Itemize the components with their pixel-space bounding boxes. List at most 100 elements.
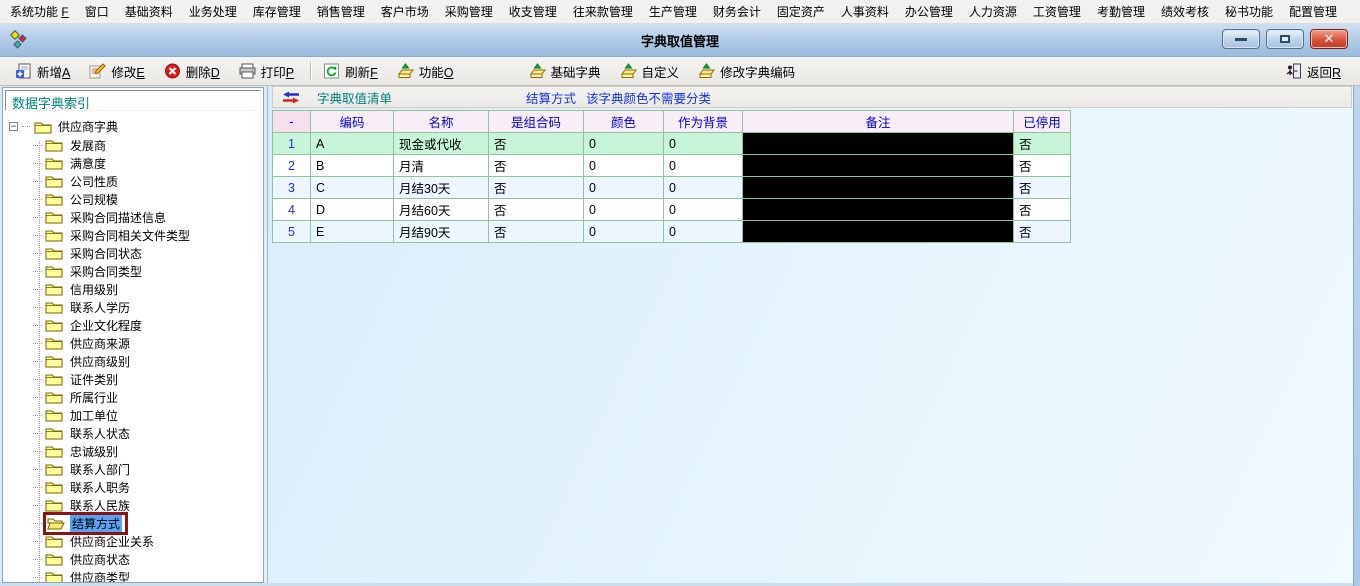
code-cell[interactable]: C — [311, 177, 394, 199]
color-cell[interactable]: 0 — [584, 177, 664, 199]
is-combo-cell[interactable]: 否 — [489, 155, 584, 177]
delete-button[interactable]: 删除D — [159, 60, 225, 83]
table-row[interactable]: 5 E 月结90天 否 0 0 否 — [273, 221, 1071, 243]
color-cell[interactable]: 0 — [584, 199, 664, 221]
tree-item[interactable]: 供应商状态 — [33, 550, 263, 568]
table-row[interactable]: 1 A 现金或代收 否 0 0 否 — [273, 133, 1071, 155]
tree-item[interactable]: 联系人职务 — [33, 478, 263, 496]
stopped-cell[interactable]: 否 — [1014, 221, 1071, 243]
menu-item[interactable]: 采购管理 — [437, 5, 501, 19]
base-dictionary-button[interactable]: 基础字典 — [524, 60, 606, 83]
menu-item[interactable]: 收支管理 — [501, 5, 565, 19]
tree-item[interactable]: 忠诚级别 — [33, 442, 263, 460]
row-number-cell[interactable]: 1 — [273, 133, 311, 155]
collapse-icon[interactable]: − — [9, 122, 18, 131]
tree-item[interactable]: 供应商类型 — [33, 568, 263, 583]
tree-item[interactable]: 联系人部门 — [33, 460, 263, 478]
as-background-cell[interactable]: 0 — [664, 155, 743, 177]
name-cell[interactable]: 现金或代收 — [394, 133, 489, 155]
tree-item[interactable]: 联系人学历 — [33, 298, 263, 316]
menu-item[interactable]: 秘书功能 — [1217, 5, 1281, 19]
table-row[interactable]: 4 D 月结60天 否 0 0 否 — [273, 199, 1071, 221]
refresh-button[interactable]: 刷新F — [318, 60, 383, 83]
tree-item[interactable]: 加工单位 — [33, 406, 263, 424]
remark-cell[interactable] — [743, 221, 1014, 243]
row-number-cell[interactable]: 4 — [273, 199, 311, 221]
tree-item[interactable]: 证件类别 — [33, 370, 263, 388]
code-cell[interactable]: E — [311, 221, 394, 243]
menu-item[interactable]: 配置管理 — [1281, 5, 1345, 19]
tree-item[interactable]: 采购合同相关文件类型 — [33, 226, 263, 244]
name-cell[interactable]: 月结60天 — [394, 199, 489, 221]
is-combo-cell[interactable]: 否 — [489, 199, 584, 221]
is-combo-cell[interactable]: 否 — [489, 177, 584, 199]
close-button[interactable]: ✕ — [1310, 29, 1348, 49]
menu-item[interactable]: 固定资产 — [769, 5, 833, 19]
tree-item[interactable]: 企业文化程度 — [33, 316, 263, 334]
menu-item[interactable]: 往来款管理 — [565, 5, 641, 19]
menu-item[interactable]: 系统功能 F — [2, 5, 77, 19]
tree-item[interactable]: 采购合同类型 — [33, 262, 263, 280]
menu-item[interactable]: 绩效考核 — [1153, 5, 1217, 19]
table-row[interactable]: 3 C 月结30天 否 0 0 否 — [273, 177, 1071, 199]
tree-item[interactable]: 满意度 — [33, 154, 263, 172]
edit-button[interactable]: 修改E — [84, 60, 149, 83]
stopped-cell[interactable]: 否 — [1014, 155, 1071, 177]
tree-item[interactable]: 供应商级别 — [33, 352, 263, 370]
row-number-cell[interactable]: 5 — [273, 221, 311, 243]
remark-cell[interactable] — [743, 155, 1014, 177]
tree-item[interactable]: 采购合同描述信息 — [33, 208, 263, 226]
as-background-cell[interactable]: 0 — [664, 199, 743, 221]
menu-item[interactable]: 人事资料 — [833, 5, 897, 19]
code-cell[interactable]: A — [311, 133, 394, 155]
menu-item[interactable]: 基础资料 — [117, 5, 181, 19]
function-button[interactable]: 功能O — [392, 60, 459, 83]
is-combo-cell[interactable]: 否 — [489, 133, 584, 155]
name-cell[interactable]: 月清 — [394, 155, 489, 177]
add-button[interactable]: 新增A — [10, 60, 75, 83]
as-background-cell[interactable]: 0 — [664, 133, 743, 155]
edit-dict-code-button[interactable]: 修改字典编码 — [693, 60, 800, 83]
stopped-cell[interactable]: 否 — [1014, 199, 1071, 221]
tree-item[interactable]: 联系人状态 — [33, 424, 263, 442]
print-button[interactable]: 打印P — [234, 60, 299, 83]
as-background-cell[interactable]: 0 — [664, 177, 743, 199]
menu-item[interactable]: 销售管理 — [309, 5, 373, 19]
is-combo-cell[interactable]: 否 — [489, 221, 584, 243]
minimize-button[interactable] — [1222, 29, 1260, 49]
as-background-cell[interactable]: 0 — [664, 221, 743, 243]
back-button[interactable]: 返回R — [1280, 60, 1346, 83]
tree-item[interactable]: 公司规模 — [33, 190, 263, 208]
menu-item[interactable]: 库存管理 — [245, 5, 309, 19]
row-number-cell[interactable]: 3 — [273, 177, 311, 199]
tree-item[interactable]: 供应商来源 — [33, 334, 263, 352]
code-cell[interactable]: B — [311, 155, 394, 177]
remark-cell[interactable] — [743, 133, 1014, 155]
restore-button[interactable] — [1266, 29, 1304, 49]
tree-item[interactable]: 信用级别 — [33, 280, 263, 298]
menu-item[interactable]: 考勤管理 — [1089, 5, 1153, 19]
row-number-cell[interactable]: 2 — [273, 155, 311, 177]
remark-cell[interactable] — [743, 199, 1014, 221]
table-row[interactable]: 2 B 月清 否 0 0 否 — [273, 155, 1071, 177]
name-cell[interactable]: 月结30天 — [394, 177, 489, 199]
menu-item[interactable]: 业务处理 — [181, 5, 245, 19]
stopped-cell[interactable]: 否 — [1014, 133, 1071, 155]
name-cell[interactable]: 月结90天 — [394, 221, 489, 243]
tree-item[interactable]: 公司性质 — [33, 172, 263, 190]
remark-cell[interactable] — [743, 177, 1014, 199]
tree-item[interactable]: 所属行业 — [33, 388, 263, 406]
code-cell[interactable]: D — [311, 199, 394, 221]
tree-item[interactable]: 发展商 — [33, 136, 263, 154]
color-cell[interactable]: 0 — [584, 155, 664, 177]
tree-item[interactable]: 采购合同状态 — [33, 244, 263, 262]
menu-item[interactable]: 窗口 — [77, 5, 117, 19]
color-cell[interactable]: 0 — [584, 221, 664, 243]
menu-item[interactable]: 工资管理 — [1025, 5, 1089, 19]
stopped-cell[interactable]: 否 — [1014, 177, 1071, 199]
tree-item[interactable]: 结算方式 — [33, 514, 263, 532]
menu-item[interactable]: 办公管理 — [897, 5, 961, 19]
menu-item[interactable]: 客户市场 — [373, 5, 437, 19]
menu-item[interactable]: 人力资源 — [961, 5, 1025, 19]
tree-root-supplier-dictionary[interactable]: − 供应商字典 — [3, 117, 263, 136]
